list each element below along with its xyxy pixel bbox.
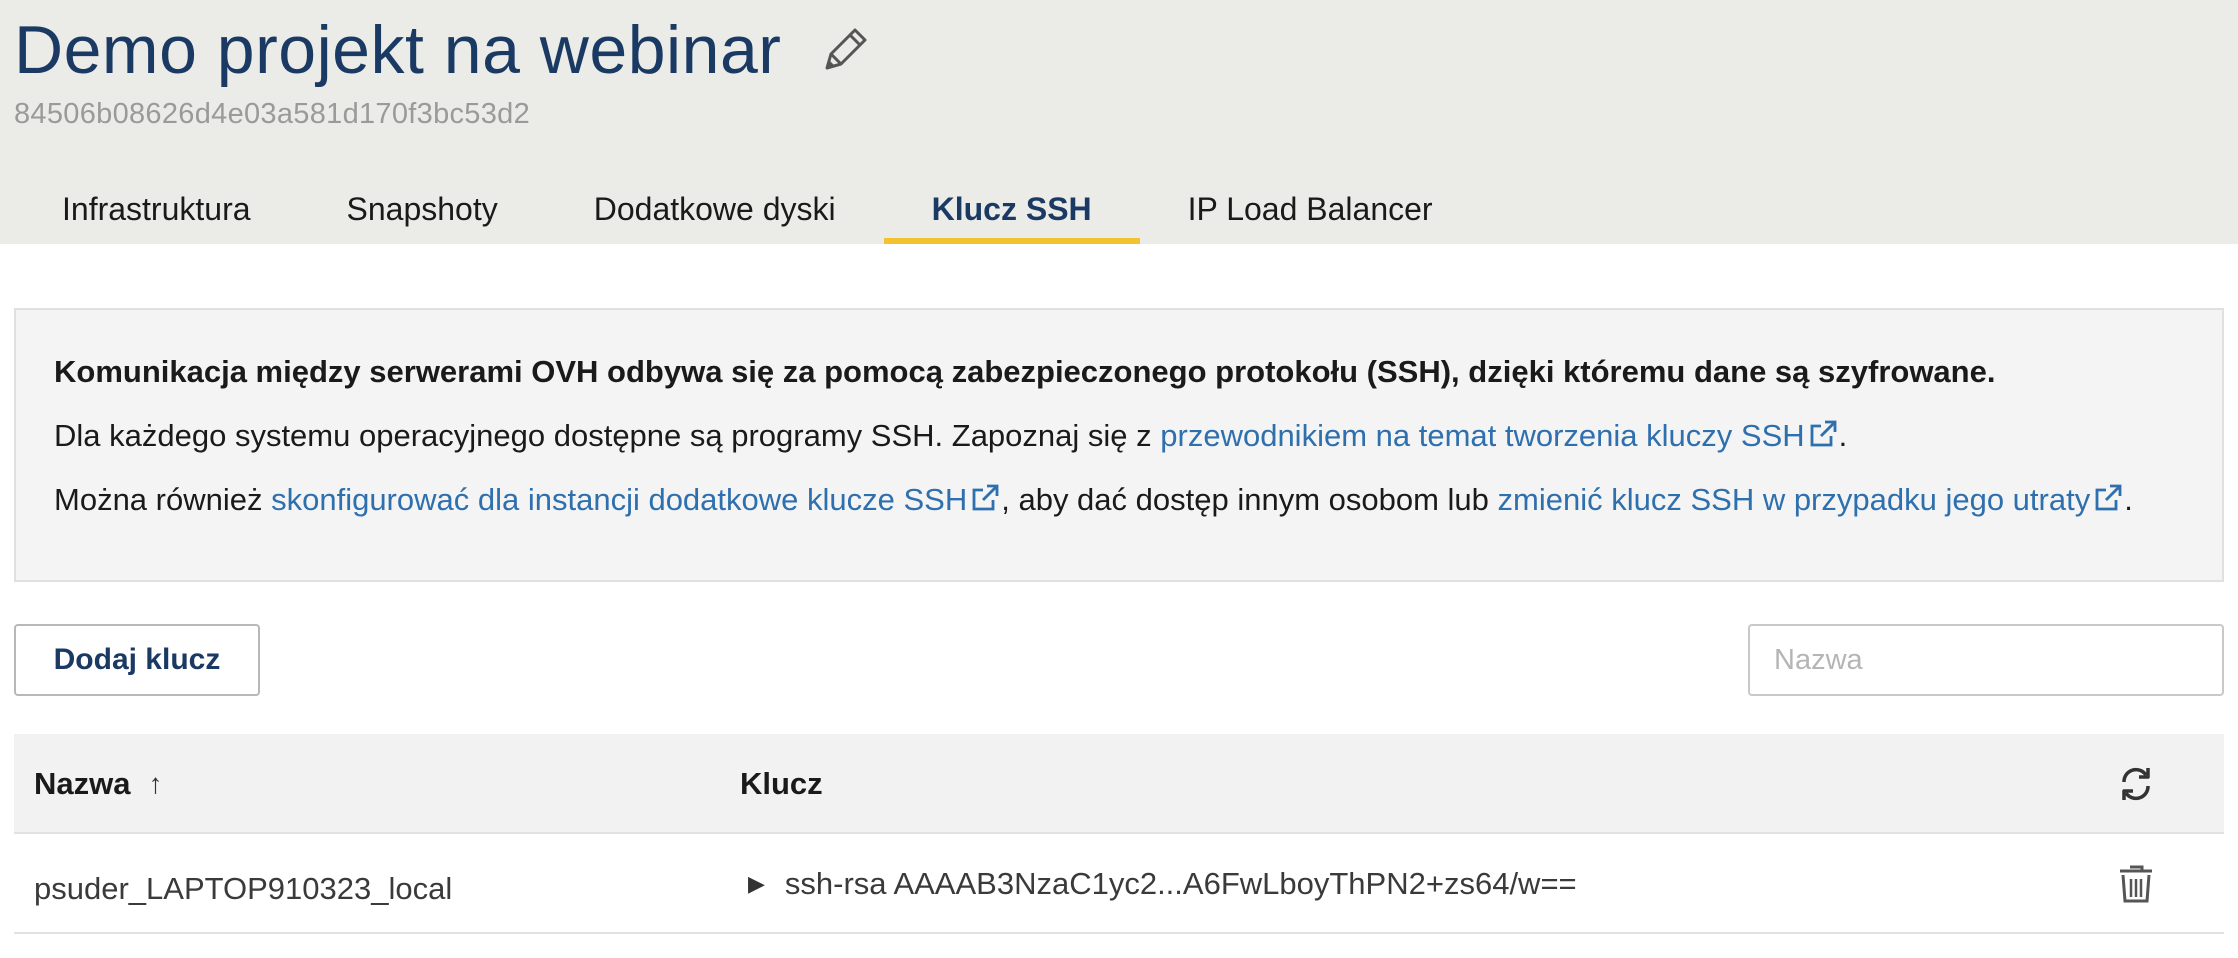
page-title: Demo projekt na webinar: [14, 12, 782, 88]
external-link-icon: [969, 482, 1001, 514]
tab-label: Infrastruktura: [62, 190, 251, 227]
ssh-info-box: Komunikacja między serwerami OVH odbywa …: [14, 308, 2224, 582]
column-label: Klucz: [740, 766, 823, 801]
info-line-config: Można również skonfigurować dla instancj…: [54, 480, 2184, 520]
tab-bar: Infrastruktura Snapshoty Dodatkowe dyski…: [14, 174, 1481, 244]
info-text: Można również: [54, 482, 272, 517]
page-header: Demo projekt na webinar 84506b08626d4e03…: [0, 0, 2238, 244]
add-key-button[interactable]: Dodaj klucz: [14, 624, 260, 696]
name-filter-input[interactable]: [1748, 624, 2224, 696]
sort-ascending-icon: ↑: [148, 768, 163, 799]
tab-ip-load-balancer[interactable]: IP Load Balancer: [1140, 174, 1481, 244]
key-name-cell: psuder_LAPTOP910323_local: [34, 871, 453, 906]
key-value-cell[interactable]: ▶ ssh-rsa AAAAB3NzaC1yc2...A6FwLboyThPN2…: [748, 834, 1577, 934]
info-text: Dla każdego systemu operacyjnego dostępn…: [54, 418, 1161, 453]
link-text: zmienić klucz SSH w przypadku jego utrat…: [1497, 482, 2091, 517]
expand-caret-icon: ▶: [748, 871, 765, 896]
tab-klucz-ssh[interactable]: Klucz SSH: [883, 174, 1140, 244]
link-text: przewodnikiem na temat tworzenia kluczy …: [1160, 418, 1805, 453]
project-id: 84506b08626d4e03a581d170f3bc53d2: [14, 98, 531, 130]
info-line-guide: Dla każdego systemu operacyjnego dostępn…: [54, 416, 2184, 456]
info-text: , aby dać dostęp innym osobom lub: [1001, 482, 1498, 517]
change-key-link[interactable]: zmienić klucz SSH w przypadku jego utrat…: [1498, 482, 2125, 517]
refresh-icon[interactable]: [2108, 734, 2164, 834]
ssh-guide-link[interactable]: przewodnikiem na temat tworzenia kluczy …: [1160, 418, 1838, 453]
external-link-icon: [1807, 418, 1839, 450]
tab-label: Snapshoty: [346, 190, 498, 227]
table-row: psuder_LAPTOP910323_local ▶ ssh-rsa AAAA…: [14, 834, 2224, 934]
tab-dodatkowe-dyski[interactable]: Dodatkowe dyski: [546, 174, 884, 244]
column-header-name[interactable]: Nazwa ↑: [34, 734, 162, 834]
pencil-icon[interactable]: [817, 22, 873, 78]
link-text: skonfigurować dla instancji dodatkowe kl…: [271, 482, 968, 517]
tab-label: Dodatkowe dyski: [593, 190, 836, 227]
configure-keys-link[interactable]: skonfigurować dla instancji dodatkowe kl…: [271, 482, 1001, 517]
info-heading: Komunikacja między serwerami OVH odbywa …: [54, 354, 1996, 389]
ssh-keys-table: Nazwa ↑ Klucz psuder_LAPTOP910323_local …: [14, 734, 2224, 934]
tab-infrastruktura[interactable]: Infrastruktura: [14, 174, 299, 244]
table-header: Nazwa ↑ Klucz: [14, 734, 2224, 834]
trash-icon[interactable]: [2108, 834, 2164, 934]
column-header-key: Klucz: [740, 734, 823, 834]
title-row: Demo projekt na webinar: [14, 8, 873, 92]
column-label: Nazwa: [34, 766, 131, 801]
tab-snapshoty[interactable]: Snapshoty: [299, 174, 546, 244]
tab-label: IP Load Balancer: [1187, 190, 1433, 227]
key-value: ssh-rsa AAAAB3NzaC1yc2...A6FwLboyThPN2+z…: [784, 866, 1577, 901]
info-text: .: [1838, 418, 1848, 453]
external-link-icon: [2092, 482, 2124, 514]
tab-label: Klucz SSH: [931, 190, 1092, 227]
info-text: .: [2124, 482, 2133, 517]
